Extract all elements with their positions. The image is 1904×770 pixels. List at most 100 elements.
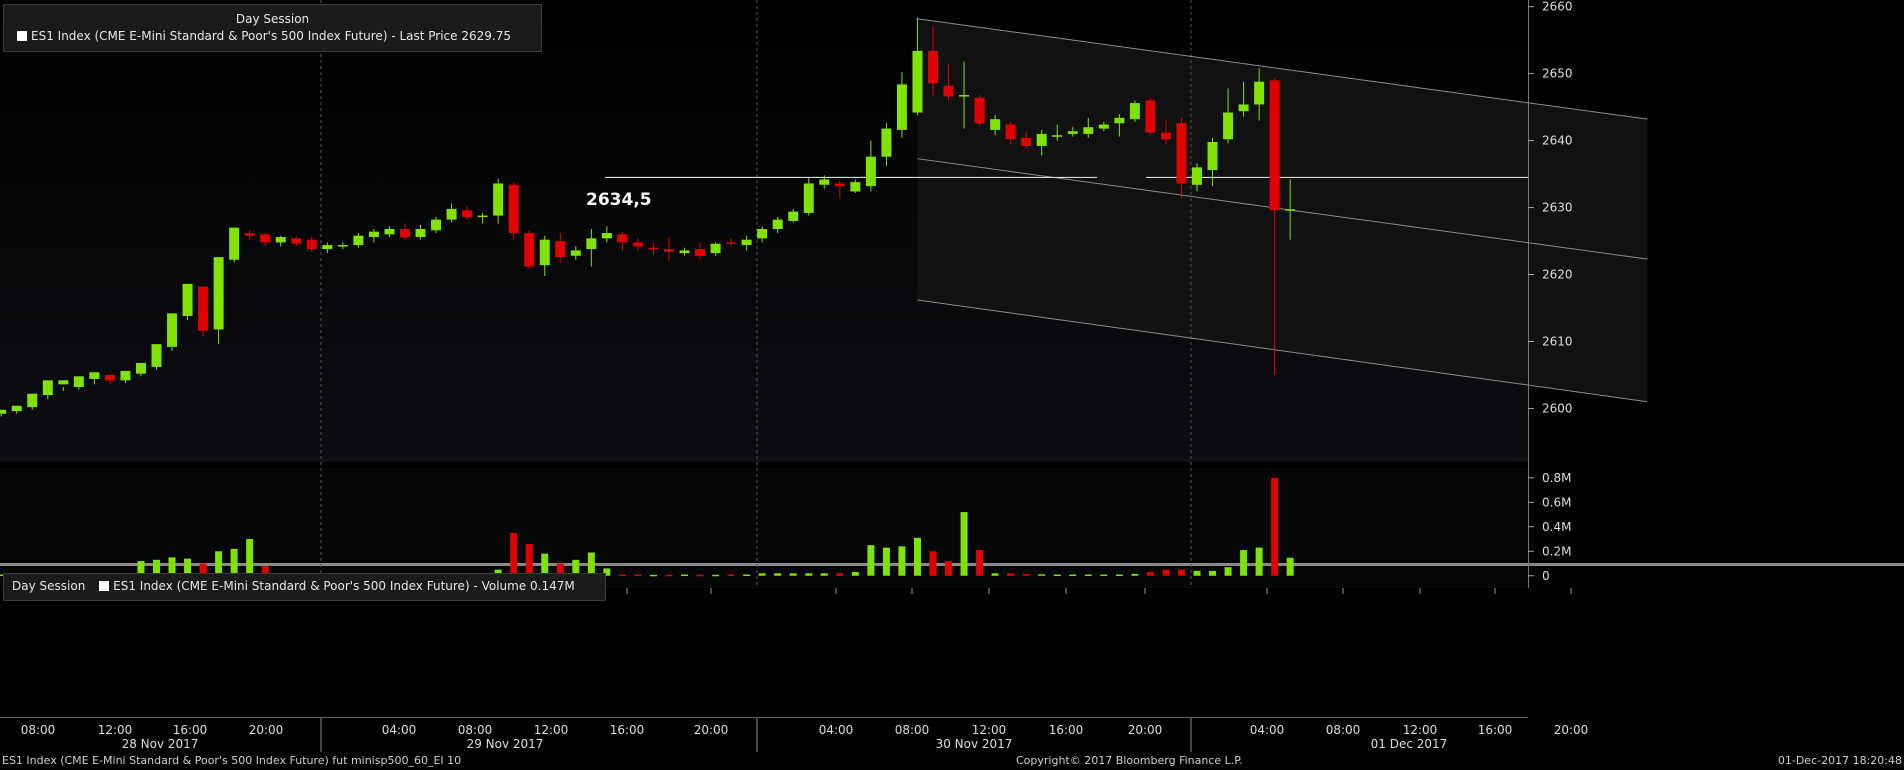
candle-body — [819, 179, 830, 185]
date-tick-label: 01 Dec 2017 — [1371, 737, 1448, 751]
candle-body — [11, 405, 22, 412]
volume-bar — [774, 573, 782, 576]
candle-body — [1176, 123, 1187, 184]
time-tick-label: 04:00 — [819, 723, 854, 737]
candle-body — [772, 219, 783, 229]
candle-body — [368, 231, 379, 238]
volume-bar — [649, 574, 657, 577]
candle-body — [446, 208, 457, 220]
volume-bar — [913, 537, 921, 576]
volume-bar — [1069, 574, 1077, 577]
volume-bar — [836, 573, 844, 576]
volume-bar — [1162, 569, 1170, 576]
volume-bar — [991, 573, 999, 576]
candle-body — [415, 228, 426, 238]
candle-body — [539, 239, 550, 266]
volume-bar — [1193, 570, 1201, 576]
candle-body — [260, 234, 271, 243]
candle-body — [1098, 124, 1109, 129]
candle-body — [431, 219, 442, 231]
time-tick-label: 16:00 — [1049, 723, 1084, 737]
candle-body — [1192, 167, 1203, 185]
date-tick-label: 28 Nov 2017 — [122, 737, 199, 751]
candle-body — [757, 228, 768, 239]
volume-bar — [525, 543, 533, 576]
candle-body — [384, 228, 395, 235]
time-tick-label: 12:00 — [534, 723, 569, 737]
volume-bar — [1209, 570, 1217, 576]
candle-body — [73, 376, 84, 388]
candle-body — [524, 233, 535, 267]
volume-bar — [929, 551, 937, 576]
candle-body — [399, 228, 410, 238]
candle-body — [726, 242, 737, 244]
candle-body — [1238, 104, 1249, 112]
candle-body — [1145, 100, 1156, 133]
candle-body — [632, 242, 643, 247]
candle-body — [881, 128, 892, 157]
time-tick-label: 04:00 — [382, 723, 417, 737]
volume-bar — [976, 550, 984, 576]
volume-bar — [665, 574, 673, 577]
candle-body — [617, 234, 628, 243]
candle-body — [850, 182, 861, 192]
time-tick-label: 08:00 — [21, 723, 56, 737]
candle-body — [710, 243, 721, 254]
volume-legend-session: Day Session — [12, 579, 86, 593]
candle-body — [1005, 124, 1016, 140]
candle-body — [912, 50, 923, 113]
volume-bar — [1022, 573, 1030, 576]
volume-bar — [898, 546, 906, 576]
candle-body — [896, 84, 907, 130]
volume-bar — [882, 547, 890, 576]
volume-bar — [510, 532, 518, 576]
candle-body — [695, 249, 706, 256]
candle-body — [663, 249, 674, 252]
candle-body — [648, 247, 659, 250]
candle-body — [353, 235, 364, 246]
volume-bar — [758, 573, 766, 576]
volume-bar — [1007, 573, 1015, 576]
candle-body — [679, 250, 690, 254]
candle-body — [306, 239, 317, 250]
volume-bar — [230, 548, 238, 576]
candle-body — [570, 250, 581, 256]
candle-body — [1114, 117, 1125, 124]
volume-bar — [1084, 574, 1092, 577]
candle-body — [229, 227, 240, 260]
volume-bar — [820, 573, 828, 576]
volume-bar — [1224, 567, 1232, 576]
price-tick-label: 2600 — [1542, 401, 1573, 415]
volume-bar — [1240, 550, 1248, 576]
volume-bar — [246, 539, 254, 576]
footer-copyright: Copyright© 2017 Bloomberg Finance L.P. — [1016, 754, 1243, 767]
candle-body — [27, 393, 38, 408]
time-tick-label: 20:00 — [1554, 723, 1589, 737]
candle-body — [1207, 141, 1218, 171]
volume-bar — [851, 572, 859, 576]
candle-body — [275, 237, 286, 243]
candle-body — [151, 344, 162, 367]
price-tick-label: 2630 — [1542, 201, 1573, 215]
volume-tick-label: 0 — [1542, 569, 1550, 583]
candle-body — [1254, 81, 1265, 105]
candle-body — [865, 156, 876, 187]
volume-tick-label: 0.6M — [1542, 495, 1571, 509]
candle-body — [337, 245, 348, 247]
candle-body — [943, 85, 954, 97]
volume-bar — [1131, 573, 1139, 576]
series-swatch — [99, 581, 110, 591]
candle-body — [58, 380, 69, 385]
price-legend-session: Day Session — [235, 12, 310, 26]
volume-legend: Day Session ES1 Index (CME E-Mini Standa… — [3, 573, 606, 601]
candle-body — [834, 183, 845, 187]
volume-bar — [1255, 547, 1263, 576]
footer-timestamp: 01-Dec-2017 18:20:48 — [1777, 754, 1902, 767]
price-annotation-label: 2634,5 — [586, 190, 652, 210]
price-tick-label: 2640 — [1542, 134, 1573, 148]
time-tick-label: 08:00 — [1326, 723, 1361, 737]
candle-body — [555, 241, 566, 258]
volume-tick-label: 0.8M — [1542, 471, 1571, 485]
volume-bar — [712, 574, 720, 577]
price-tick-label: 2610 — [1542, 334, 1573, 348]
